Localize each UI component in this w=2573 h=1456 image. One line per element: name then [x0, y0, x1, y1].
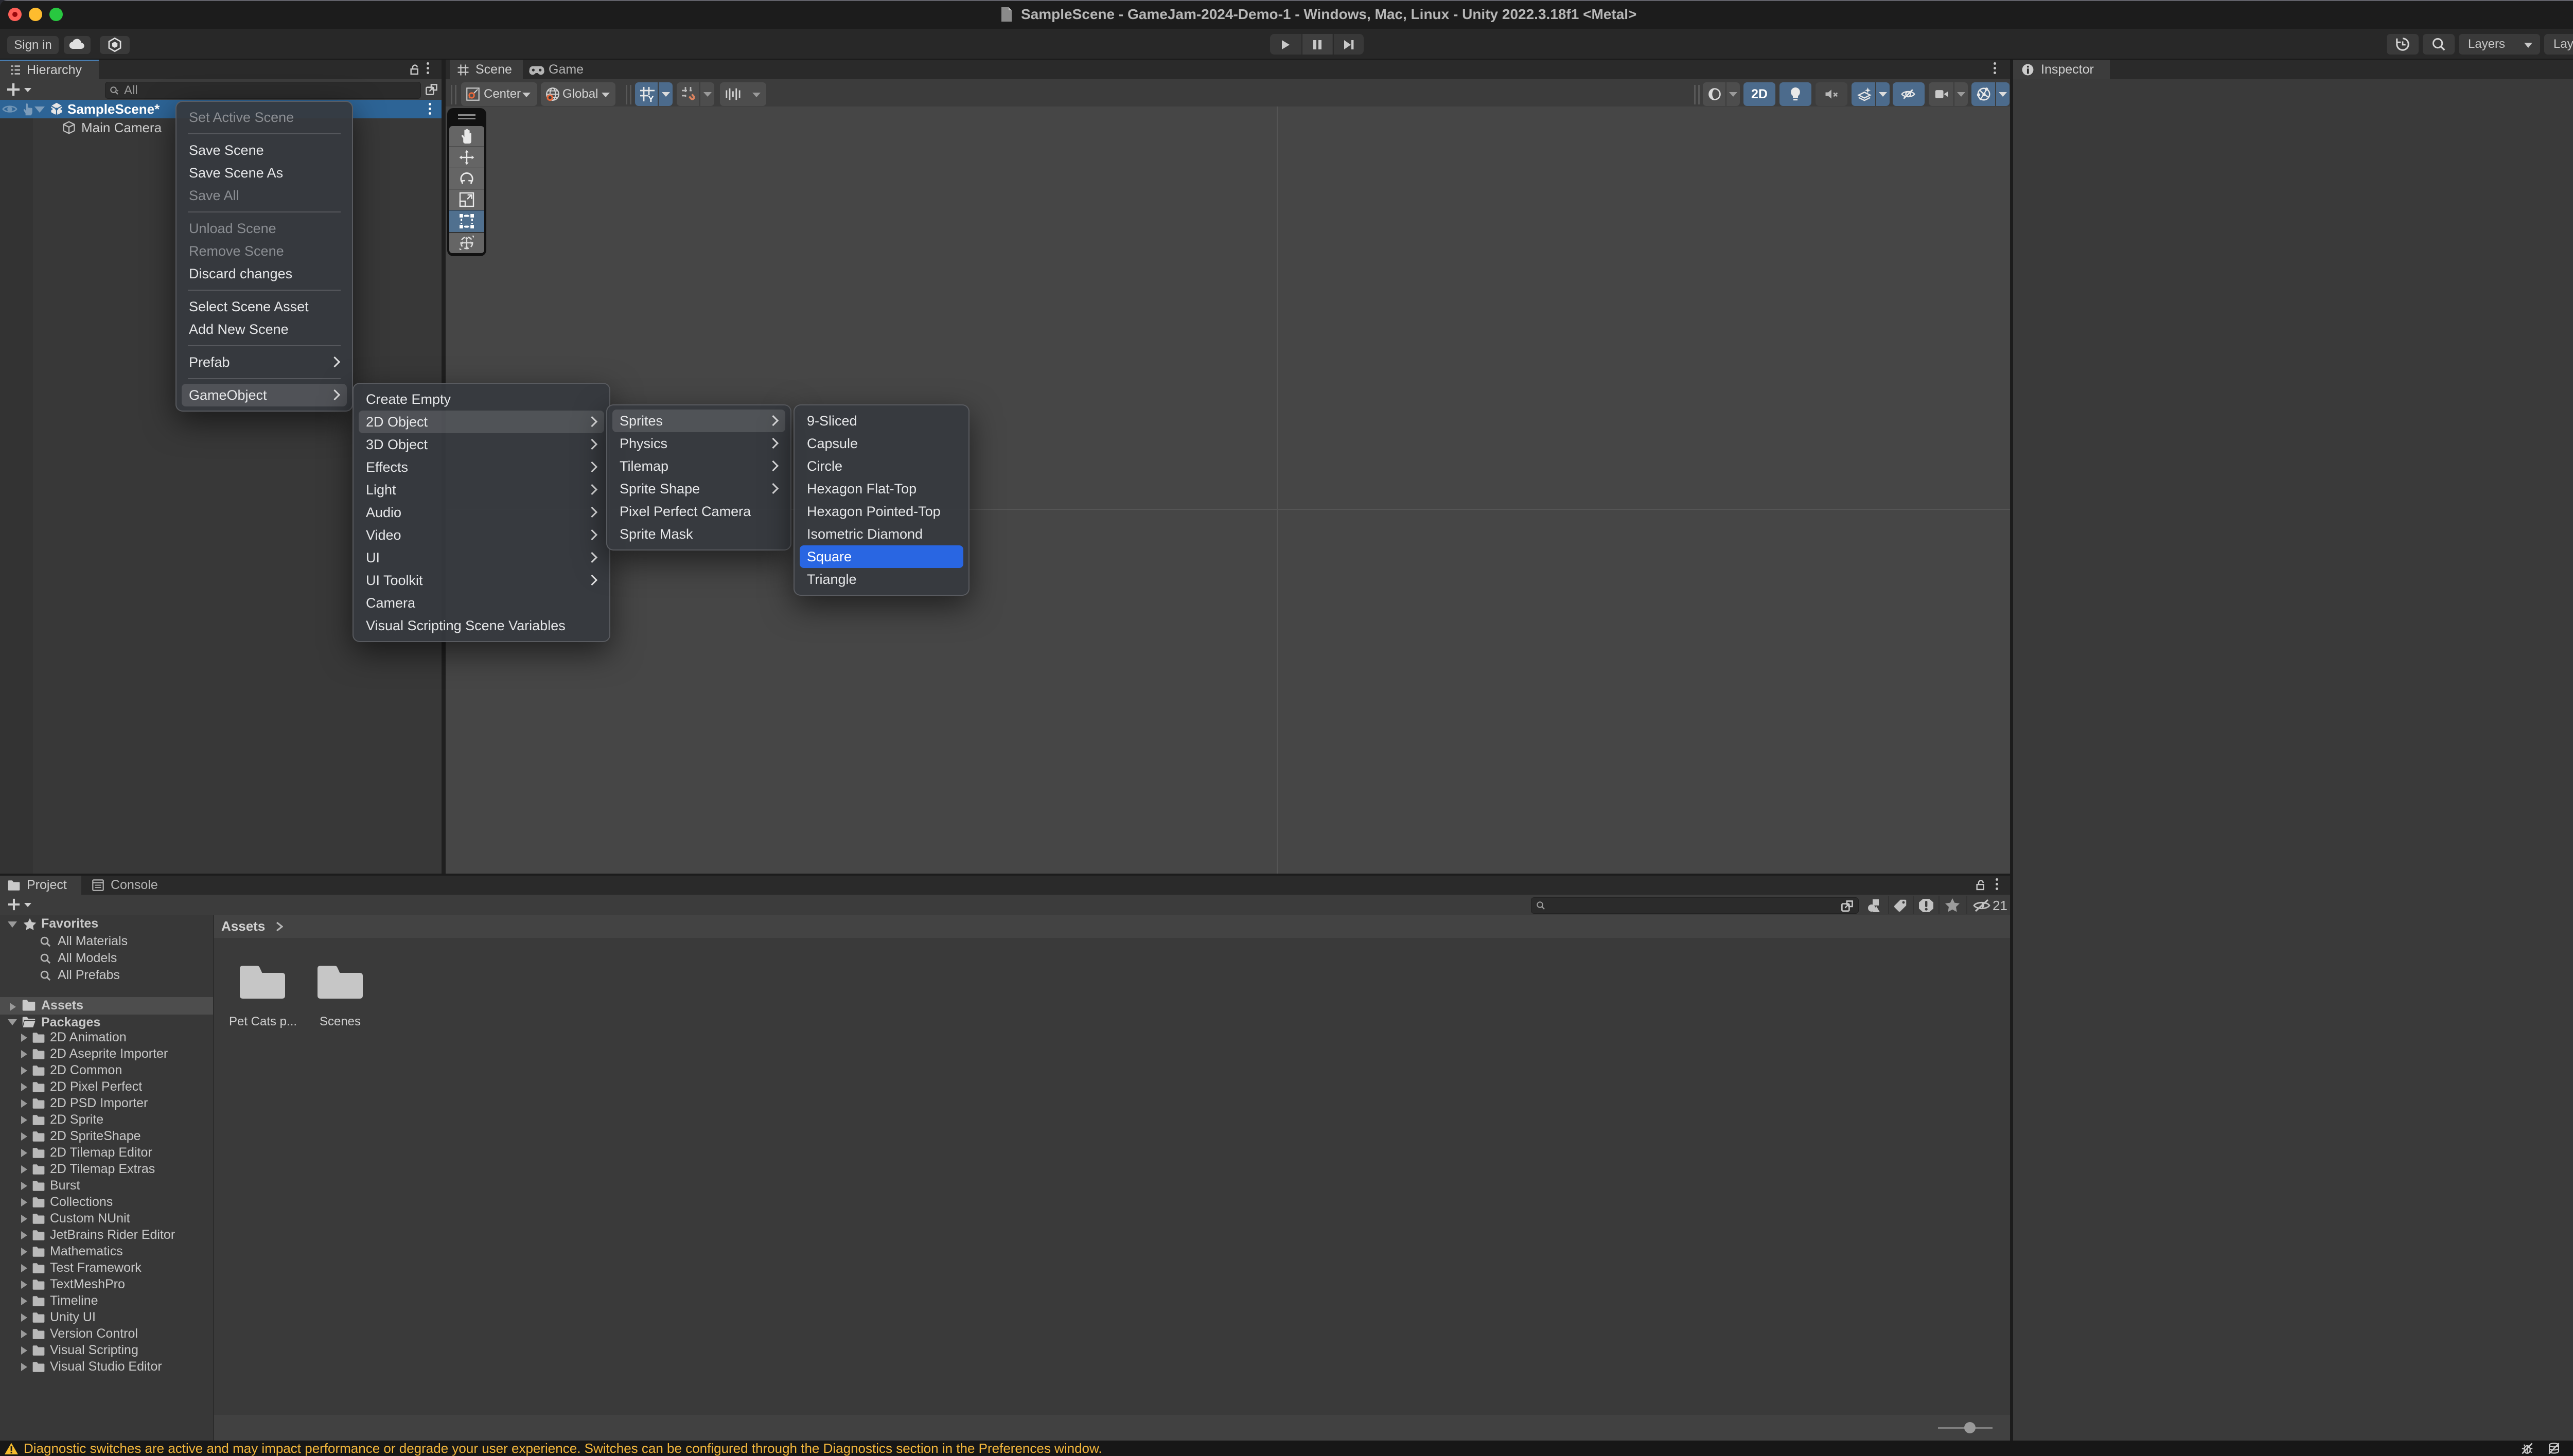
svg-text:Y: Y: [648, 94, 654, 102]
